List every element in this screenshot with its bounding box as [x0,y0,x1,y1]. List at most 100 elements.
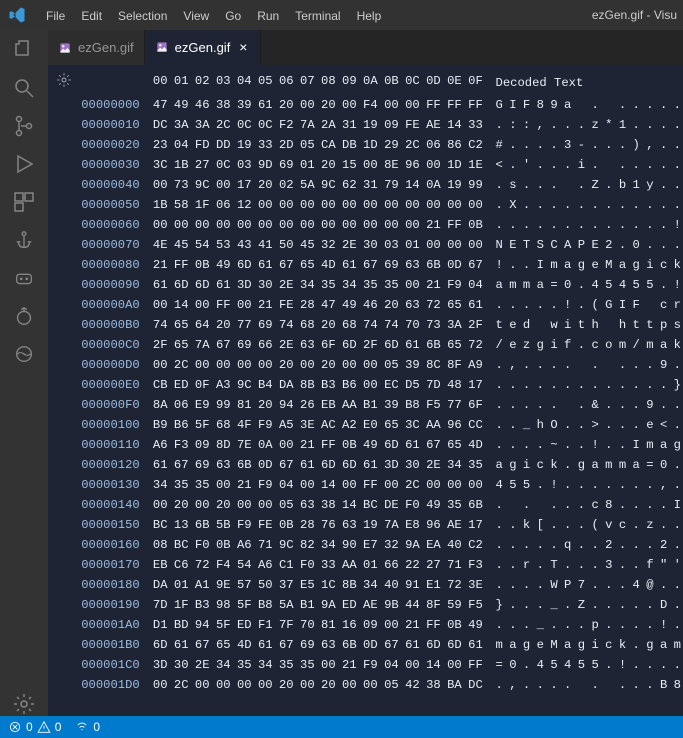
decoded-char[interactable]: . [506,255,520,275]
decoded-char[interactable]: e [643,415,657,435]
hex-byte[interactable]: 26 [297,395,318,415]
decoded-char[interactable]: . [588,535,602,555]
hex-byte[interactable]: 67 [276,255,297,275]
decoded-char[interactable]: b [616,175,630,195]
decoded-char[interactable]: . [629,215,643,235]
hex-byte[interactable]: 14 [402,175,423,195]
decoded-char[interactable]: . [670,655,683,675]
hex-byte[interactable]: 34 [339,275,360,295]
hex-byte[interactable]: 57 [234,575,255,595]
decoded-char[interactable]: a [616,255,630,275]
decoded-char[interactable]: . [575,275,589,295]
hex-byte[interactable]: 65 [444,335,465,355]
decoded-char[interactable]: a [492,455,506,475]
decoded-char[interactable]: ' [520,155,534,175]
decoded-char[interactable]: 5 [602,275,616,295]
decoded-char[interactable]: a [561,255,575,275]
hex-byte[interactable]: 49 [423,495,444,515]
hex-byte[interactable]: DC [465,675,486,695]
decoded-char[interactable]: . [657,195,671,215]
decoded-char[interactable]: h [533,415,547,435]
decoded-char[interactable]: . [547,195,561,215]
hex-byte[interactable]: 00 [213,675,234,695]
hex-byte[interactable]: 48 [444,375,465,395]
decoded-char[interactable]: . [657,275,671,295]
decoded-char[interactable]: . [670,455,683,475]
hex-byte[interactable]: 86 [444,135,465,155]
decoded-char[interactable]: . [547,675,561,695]
hex-byte[interactable]: 9C [234,375,255,395]
hex-byte[interactable]: FF [444,95,465,115]
decoded-char[interactable]: . [575,215,589,235]
decoded-char[interactable]: g [670,435,683,455]
hex-byte[interactable]: 20 [276,675,297,695]
decoded-char[interactable]: m [643,435,657,455]
decoded-char[interactable]: . [602,575,616,595]
hex-byte[interactable]: 70 [402,315,423,335]
decoded-char[interactable]: . [547,375,561,395]
hex-byte[interactable]: 6D [444,635,465,655]
decoded-char[interactable]: . [616,595,630,615]
decoded-char[interactable]: . [657,135,671,155]
hex-byte[interactable]: 1D [444,155,465,175]
hex-byte[interactable]: 35 [276,655,297,675]
hex-byte[interactable]: 46 [360,295,381,315]
hex-byte[interactable]: B3 [318,375,339,395]
hex-byte[interactable]: 69 [381,255,402,275]
decoded-char[interactable]: g [575,255,589,275]
hex-byte[interactable]: 04 [171,135,192,155]
hex-byte[interactable]: 00 [171,215,192,235]
hex-byte[interactable]: E5 [297,575,318,595]
decoded-char[interactable]: . [547,175,561,195]
decoded-char[interactable]: . [602,655,616,675]
hex-byte[interactable]: 00 [423,235,444,255]
hex-byte[interactable]: 61 [339,255,360,275]
hex-byte[interactable]: 00 [150,675,171,695]
decoded-char[interactable] [506,495,520,515]
hex-byte[interactable]: 00 [297,475,318,495]
hex-byte[interactable]: ED [234,615,255,635]
decoded-char[interactable]: . [506,615,520,635]
decoded-char[interactable]: . [520,655,534,675]
decoded-char[interactable]: . [547,215,561,235]
decoded-char[interactable]: . [533,195,547,215]
decoded-char[interactable]: k [670,335,683,355]
hex-byte[interactable]: AA [339,555,360,575]
hex-byte[interactable]: 3E [297,415,318,435]
hex-byte[interactable]: BC [171,535,192,555]
hex-byte[interactable]: 00 [360,375,381,395]
hex-byte[interactable]: 04 [381,655,402,675]
decoded-char[interactable]: . [506,375,520,395]
hex-byte[interactable]: FF [423,615,444,635]
hex-byte[interactable]: 63 [339,515,360,535]
hex-byte[interactable]: 2A [318,115,339,135]
hex-byte[interactable]: 4F [234,415,255,435]
decoded-char[interactable]: Z [575,595,589,615]
hex-byte[interactable]: 79 [381,175,402,195]
hex-byte[interactable]: 0B [276,515,297,535]
hex-byte[interactable]: 72 [192,555,213,575]
decoded-char[interactable]: z [588,115,602,135]
hex-byte[interactable]: 69 [297,635,318,655]
decoded-char[interactable]: a [657,335,671,355]
hex-byte[interactable]: 7D [150,595,171,615]
hex-byte[interactable]: 20 [276,95,297,115]
decoded-char[interactable]: . [602,195,616,215]
decoded-char[interactable]: . [616,435,630,455]
hex-byte[interactable]: 50 [255,575,276,595]
decoded-char[interactable]: . [533,535,547,555]
hex-byte[interactable]: B8 [402,395,423,415]
hex-byte[interactable]: A6 [255,555,276,575]
decoded-char[interactable]: . [616,215,630,235]
hex-byte[interactable]: 65 [213,635,234,655]
hex-byte[interactable]: 31 [339,115,360,135]
hex-byte[interactable]: 0D [444,255,465,275]
hex-byte[interactable]: 32 [381,535,402,555]
hex-byte[interactable]: 38 [423,675,444,695]
hex-byte[interactable]: C1 [276,555,297,575]
hex-byte[interactable]: 96 [423,515,444,535]
decoded-char[interactable]: z [520,335,534,355]
decoded-char[interactable]: ! [657,615,671,635]
hex-byte[interactable]: 35 [171,475,192,495]
hex-byte[interactable]: EB [318,395,339,415]
